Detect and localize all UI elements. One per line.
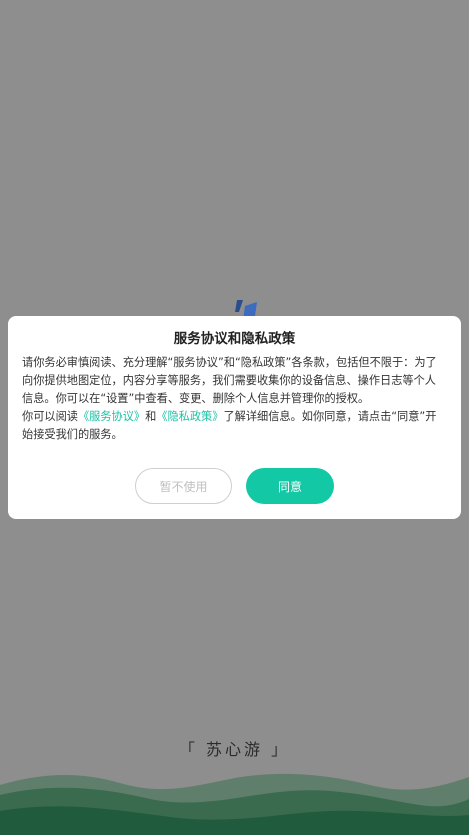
decline-button[interactable]: 暂不使用: [135, 468, 232, 504]
dialog-actions: 暂不使用 同意: [8, 468, 461, 505]
dialog-paragraph-1: 请你务必审慎阅读、充分理解“服务协议”和“隐私政策”各条款，包括但不限于：为了向…: [22, 356, 437, 405]
brand-wordmark: 「 苏心游 」: [0, 736, 469, 760]
and-text: 和: [145, 410, 157, 423]
paragraph-2-prefix: 你可以阅读: [22, 410, 78, 423]
brand-open-bracket: 「: [178, 740, 198, 759]
dialog-paragraph-2: 你可以阅读《服务协议》和《隐私政策》了解详细信息。如你同意，请点击“同意”开始接…: [22, 408, 447, 444]
service-agreement-link[interactable]: 《服务协议》: [78, 410, 145, 423]
dialog-body: 请你务必审慎阅读、充分理解“服务协议”和“隐私政策”各条款，包括但不限于：为了向…: [22, 354, 447, 444]
brand-close-bracket: 」: [271, 740, 291, 759]
dialog-title: 服务协议和隐私政策: [173, 331, 296, 347]
brand-name: 苏心游: [205, 740, 263, 759]
privacy-agreement-dialog: 服务协议和隐私政策 请你务必审慎阅读、充分理解“服务协议”和“隐私政策”各条款，…: [8, 316, 461, 519]
splash-screen: 「 苏心游 」 服务协议和隐私政策 请你务必审慎阅读、充分理解“服务协议”和“隐…: [0, 0, 469, 835]
agree-button[interactable]: 同意: [246, 468, 334, 504]
landscape-waves-graphic: [0, 773, 469, 835]
privacy-policy-link[interactable]: 《隐私政策》: [156, 410, 223, 423]
